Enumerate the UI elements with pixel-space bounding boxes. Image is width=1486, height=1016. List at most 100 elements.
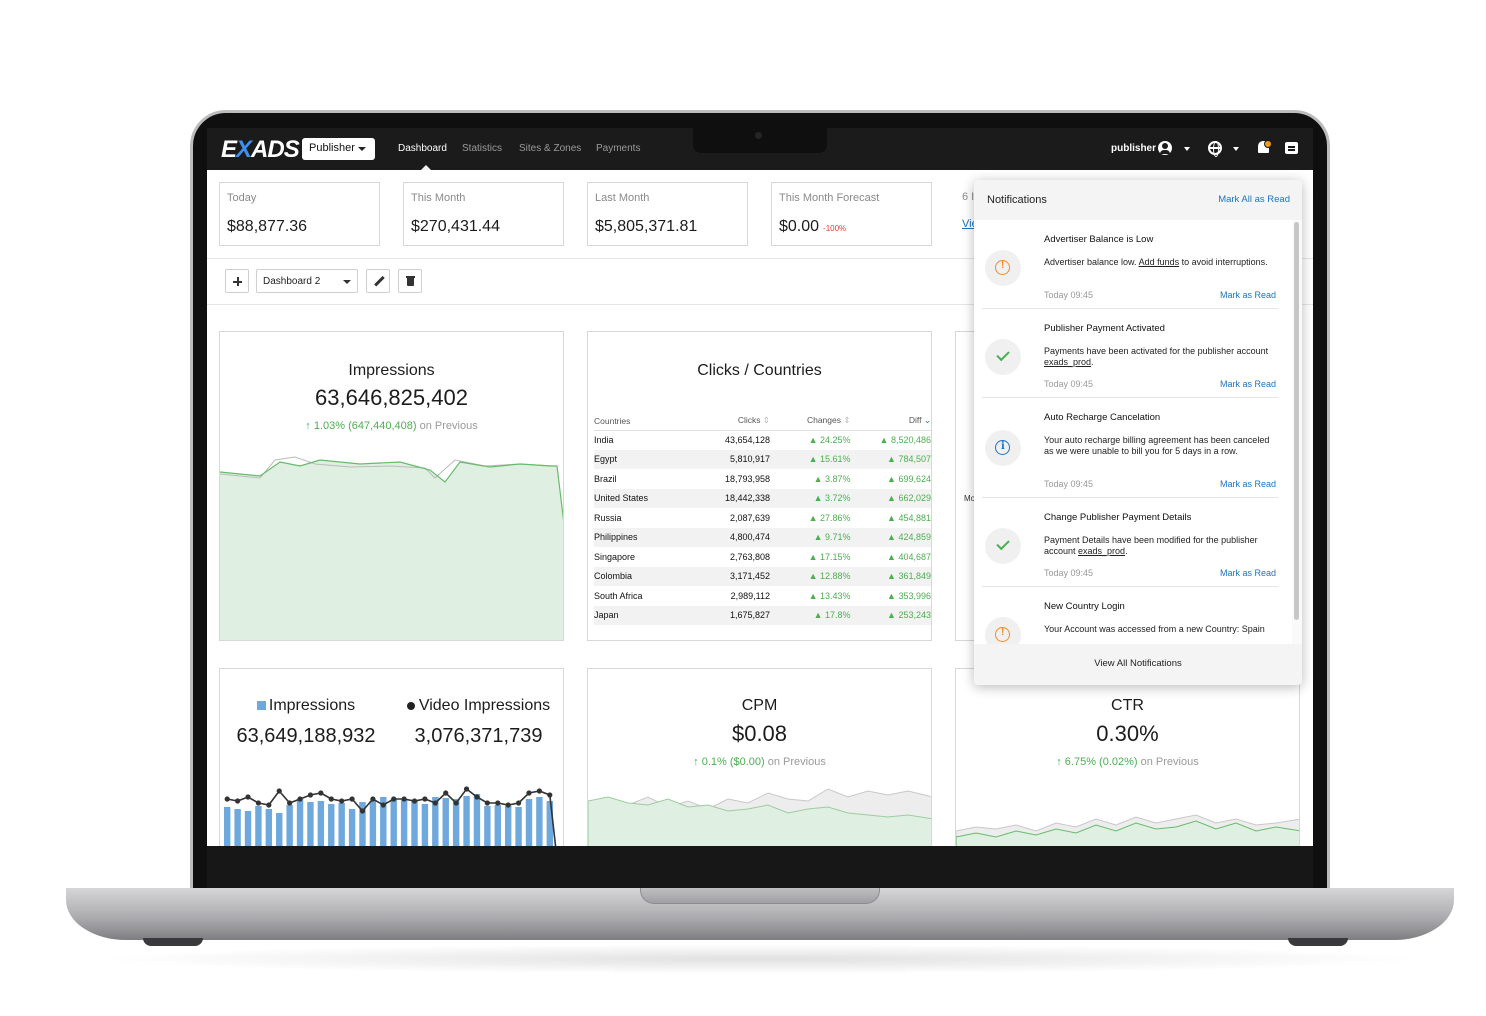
check-icon: [985, 339, 1021, 375]
account-link[interactable]: exads_prod: [1078, 546, 1125, 556]
notification-item: Auto Recharge Cancelation Your auto rech…: [974, 398, 1292, 498]
diff-cell: ▲ 361,849: [850, 566, 931, 586]
summary-card-today: Today $88,877.36: [219, 182, 380, 246]
clicks-cell: 2,989,112: [730, 590, 771, 601]
clicks-cell: 18,793,958: [724, 473, 771, 484]
summary-card-forecast: This Month Forecast $0.00 -100%: [771, 182, 932, 246]
laptop-bezel: [207, 846, 1313, 890]
summary-card-this-month: This Month $270,431.44: [403, 182, 564, 246]
bar: [255, 806, 262, 846]
forecast-value: $0.00: [779, 218, 820, 235]
cpm-widget: CPM $0.08 ↑ 0.1% ($0.00) on Previous: [587, 668, 932, 846]
sort-icon: ⇕: [762, 415, 771, 426]
impressions-video-widget: Impressions Video Impressions 63,649,188…: [219, 668, 564, 846]
mark-as-read-button[interactable]: Mark as Read: [1220, 290, 1276, 300]
line-point: [495, 800, 501, 806]
mark-as-read-button[interactable]: Mark as Read: [1220, 568, 1276, 578]
change-cell: ▲ 3.72%: [770, 488, 851, 508]
col-header-countries[interactable]: Countries: [594, 412, 705, 431]
video-impressions-value: 3,076,371,739: [414, 725, 543, 747]
notification-title: New Country Login: [1044, 601, 1125, 612]
user-account-icon[interactable]: [1158, 141, 1172, 155]
col-header-changes[interactable]: Changes ⇕: [770, 412, 851, 431]
line-point: [422, 796, 428, 802]
notification-title: Change Publisher Payment Details: [1044, 512, 1192, 523]
summary-label: Last Month: [595, 192, 650, 204]
chevron-down-icon[interactable]: [1184, 147, 1190, 151]
exads-logo[interactable]: EXADS: [221, 136, 300, 164]
summary-value: $270,431.44: [411, 218, 500, 235]
nav-payments[interactable]: Payments: [596, 143, 640, 154]
change-cell: ▲ 24.25%: [808, 435, 851, 445]
widget-delta: ↑ 1.03% (647,440,408) on Previous: [220, 420, 563, 432]
diff-cell: ▲ 8,520,486: [879, 435, 931, 445]
col-header-clicks[interactable]: Clicks ⇕: [704, 412, 771, 431]
table-row[interactable]: Egypt 5,810,917 ▲ 15.61% ▲ 784,507: [594, 449, 931, 469]
col-header-diff[interactable]: Diff ⌄: [850, 412, 931, 431]
laptop-opening-notch: [640, 888, 880, 904]
country-cell: South Africa: [594, 590, 643, 601]
line-point: [235, 798, 241, 804]
widget-title: CPM: [741, 697, 778, 714]
summary-label: This Month Forecast: [779, 192, 880, 204]
bar: [536, 797, 543, 846]
chevron-down-icon[interactable]: [1233, 147, 1239, 151]
view-all-notifications-button[interactable]: View All Notifications: [974, 644, 1302, 685]
ctr-sparkline: [956, 814, 1299, 846]
warning-icon: [985, 250, 1021, 286]
table-row[interactable]: India 43,654,128 ▲ 24.25% ▲ 8,520,486: [594, 430, 931, 450]
table-row[interactable]: South Africa 2,989,112 ▲ 13.43% ▲ 353,996: [594, 586, 931, 606]
chat-icon[interactable]: [1285, 142, 1298, 154]
notification-body: Advertiser balance low. Add funds to avo…: [1044, 257, 1272, 268]
dashboard-select[interactable]: Dashboard 2: [256, 269, 358, 293]
mark-all-read-button[interactable]: Mark All as Read: [1218, 194, 1290, 205]
add-funds-link[interactable]: Add funds: [1139, 257, 1180, 267]
nav-statistics[interactable]: Statistics: [462, 143, 502, 154]
bar: [276, 813, 283, 846]
table-row[interactable]: Singapore 2,763,808 ▲ 17.15% ▲ 404,687: [594, 547, 931, 567]
notifications-scrollbar[interactable]: [1292, 220, 1302, 644]
delete-dashboard-button[interactable]: [398, 269, 422, 293]
mark-as-read-button[interactable]: Mark as Read: [1220, 479, 1276, 489]
notification-body: Your auto recharge billing agreement has…: [1044, 435, 1270, 456]
add-dashboard-button[interactable]: [225, 269, 249, 293]
legend-label: Video Impressions: [418, 697, 551, 714]
table-row[interactable]: Colombia 3,171,452 ▲ 12.88% ▲ 361,849: [594, 566, 931, 586]
bar: [224, 807, 231, 846]
notifications-title: Notifications: [987, 194, 1047, 206]
edit-dashboard-button[interactable]: [366, 269, 390, 293]
combo-bar-line-chart: [224, 786, 557, 846]
account-link[interactable]: exads_prod: [1044, 357, 1091, 367]
table-row[interactable]: Japan 1,675,827 ▲ 17.8% ▲ 253,243: [594, 605, 931, 625]
table-row[interactable]: Russia 2,087,639 ▲ 27.86% ▲ 454,881: [594, 508, 931, 528]
bar: [400, 800, 408, 846]
scrollbar-thumb[interactable]: [1294, 222, 1299, 620]
line-point: [391, 796, 397, 802]
mark-as-read-button[interactable]: Mark as Read: [1220, 379, 1276, 389]
table-row[interactable]: Brazil 18,793,958 ▲ 3.87% ▲ 699,624: [594, 469, 931, 489]
laptop-foot-right: [1288, 938, 1348, 946]
clicks-cell: 18,442,338: [704, 488, 771, 508]
line-point: [526, 790, 532, 796]
bar: [515, 807, 522, 846]
line-point: [463, 786, 470, 792]
forecast-change: -100%: [823, 224, 847, 233]
nav-sites-zones[interactable]: Sites & Zones: [519, 143, 581, 154]
table-row[interactable]: Philippines 4,800,474 ▲ 9.71% ▲ 424,859: [594, 527, 931, 547]
bar: [494, 805, 501, 846]
username[interactable]: publisher: [1111, 143, 1156, 154]
role-switch-button[interactable]: Publisher: [302, 138, 375, 160]
bar: [296, 799, 304, 846]
camera-notch: [693, 128, 827, 153]
globe-icon[interactable]: [1208, 141, 1222, 157]
body-text: .: [1091, 357, 1094, 367]
change-cell: ▲ 9.71%: [770, 527, 851, 547]
line-point: [547, 792, 553, 798]
notifications-list[interactable]: Advertiser Balance is Low Advertiser bal…: [974, 220, 1292, 644]
table-row[interactable]: United States 18,442,338 ▲ 3.72% ▲ 662,029: [594, 488, 931, 508]
line-point: [266, 802, 272, 808]
delta-suffix: on Previous: [419, 420, 478, 432]
nav-dashboard[interactable]: Dashboard: [398, 143, 447, 154]
bar: [286, 805, 293, 846]
notification-title: Auto Recharge Cancelation: [1044, 412, 1161, 423]
